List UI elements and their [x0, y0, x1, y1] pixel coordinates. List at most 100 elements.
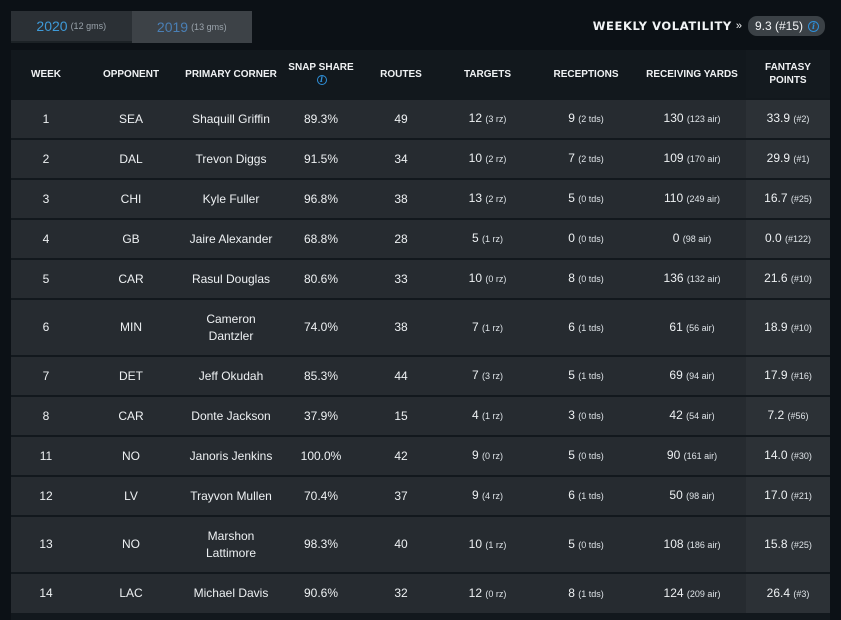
- targets-rz: (0 rz): [485, 274, 507, 284]
- cell-receiving-yards: 61 (56 air): [638, 298, 746, 356]
- cell-fantasy-points: 21.6 (#10): [746, 258, 830, 299]
- cell-primary-corner: Trayvon Mullen: [181, 475, 281, 516]
- receptions-value: 5: [568, 448, 575, 462]
- cell-snap-share: 91.5%: [281, 138, 361, 179]
- cell-targets: 4 (1 rz): [441, 395, 534, 436]
- opponent-value: SEA: [118, 111, 143, 126]
- cell-receptions: 6 (1 tds): [534, 298, 638, 356]
- snap-share-value: 80.6%: [303, 271, 339, 286]
- cell-receptions: 9 (2 tds): [534, 98, 638, 139]
- table-row: 13 NO Marshon Lattimore 98.3% 40 10 (1 rz…: [11, 515, 830, 573]
- cell-fantasy-points: 33.9 (#2): [746, 98, 830, 139]
- snap-share-value: 91.5%: [303, 151, 339, 166]
- cell-primary-corner: Michael Davis: [181, 572, 281, 613]
- cell-snap-share: 74.0%: [281, 298, 361, 356]
- cell-receiving-yards: 108 (186 air): [638, 515, 746, 573]
- receptions-tds: (1 tds): [578, 588, 604, 599]
- targets-value: 10: [468, 271, 482, 285]
- header-routes[interactable]: ROUTES: [361, 50, 441, 99]
- cell-routes: 34: [361, 138, 441, 179]
- info-icon[interactable]: i: [808, 20, 819, 32]
- header-primary-corner[interactable]: PRIMARY CORNER: [181, 50, 281, 99]
- cell-snap-share: 80.6%: [281, 258, 361, 299]
- cell-receiving-yards: 50 (98 air): [638, 475, 746, 516]
- weekly-stats-table-container: WEEK OPPONENT PRIMARY CORNER SNAP SHAREi…: [11, 50, 830, 620]
- cell-targets: 12 (3 rz): [441, 98, 534, 139]
- routes-value: 49: [394, 111, 408, 126]
- cell-fantasy-points: 7.2 (#56): [746, 395, 830, 436]
- cell-opponent: LV: [81, 475, 181, 516]
- receptions-value: 6: [568, 319, 575, 334]
- cell-primary-corner: Marshon Lattimore: [181, 515, 281, 573]
- routes-value: 38: [394, 320, 408, 334]
- corner-line1: Trayvon Mullen: [190, 488, 272, 503]
- receptions-tds: (0 tds): [578, 274, 604, 284]
- cell-receptions: 6 (1 tds): [534, 475, 638, 516]
- corner-line1: Kyle Fuller: [202, 191, 260, 206]
- targets-rz: (1 rz): [482, 322, 504, 333]
- cell-snap-share: 98.3%: [281, 515, 361, 573]
- corner-line1: Jaire Alexander: [189, 231, 273, 246]
- yards-air: (170 air): [686, 154, 721, 164]
- week-value: 3: [42, 191, 50, 206]
- yards-air: (209 air): [686, 588, 721, 599]
- cell-snap-share: 85.3%: [281, 355, 361, 396]
- cell-receptions: 5 (0 tds): [534, 435, 638, 476]
- targets-value: 12: [468, 111, 482, 125]
- cell-primary-corner: Jaire Alexander: [181, 218, 281, 259]
- table-row: 12 LV Trayvon Mullen 70.4% 37 9 (4 rz) 6…: [11, 475, 830, 516]
- header-snap-share[interactable]: SNAP SHAREi: [281, 50, 361, 99]
- cell-routes: 42: [361, 435, 441, 476]
- table-row: 5 CAR Rasul Douglas 80.6% 33 10 (0 rz) 8…: [11, 258, 830, 299]
- snap-share-value: 96.8%: [303, 191, 339, 206]
- cell-fantasy-points: 15.8 (#25): [746, 515, 830, 573]
- cell-receptions: 0 (0 tds): [534, 218, 638, 259]
- cell-opponent: DAL: [81, 138, 181, 179]
- cell-week: 7: [11, 355, 81, 396]
- targets-rz: (1 rz): [485, 539, 507, 550]
- opponent-value: LV: [124, 488, 138, 503]
- points-value: 0.0: [764, 231, 782, 245]
- receptions-value: 8: [568, 271, 575, 285]
- targets-rz: (2 rz): [485, 154, 507, 164]
- targets-rz: (4 rz): [482, 491, 504, 501]
- opponent-value: CHI: [120, 191, 142, 206]
- corner-line1: Jeff Okudah: [198, 368, 264, 383]
- opponent-value: CAR: [118, 271, 144, 286]
- receptions-value: 7: [568, 151, 575, 165]
- cell-targets: 9 (4 rz): [441, 475, 534, 516]
- info-icon[interactable]: i: [316, 74, 327, 85]
- points-rank: (#16): [790, 371, 812, 381]
- header-fantasy-points[interactable]: FANTASY POINTS: [746, 50, 830, 99]
- table-row: 11 NO Janoris Jenkins 100.0% 42 9 (0 rz)…: [11, 435, 830, 476]
- week-value: 14: [39, 586, 53, 600]
- header-opponent[interactable]: OPPONENT: [81, 50, 181, 99]
- snap-share-value: 70.4%: [303, 488, 339, 503]
- points-rank: (#1): [793, 154, 810, 164]
- season-games: (12 gms): [70, 21, 107, 31]
- tab-season-2019[interactable]: 2019 (13 gms): [131, 11, 252, 43]
- cell-primary-corner: Cameron Dantzler: [181, 298, 281, 356]
- header-receiving-yards[interactable]: RECEIVING YARDS: [638, 50, 746, 99]
- table-row: 1 SEA Shaquill Griffin 89.3% 49 12 (3 rz…: [11, 98, 830, 139]
- routes-value: 42: [394, 448, 408, 463]
- snap-share-value: 37.9%: [303, 408, 339, 423]
- cell-receptions: 8 (0 tds): [534, 258, 638, 299]
- tab-season-2020[interactable]: 2020 (12 gms): [11, 11, 132, 43]
- table-row: 2 DAL Trevon Diggs 91.5% 34 10 (2 rz) 7 …: [11, 138, 830, 179]
- targets-value: 13: [468, 191, 482, 205]
- table-row: 8 CAR Donte Jackson 37.9% 15 4 (1 rz) 3 …: [11, 395, 830, 436]
- yards-value: 69: [669, 368, 683, 382]
- weekly-volatility: Weekly Volatility » 9.3 (#15) i: [593, 16, 825, 36]
- week-value: 1: [42, 111, 50, 126]
- header-week[interactable]: WEEK: [11, 50, 81, 99]
- points-rank: (#30): [790, 451, 812, 461]
- receptions-value: 5: [568, 536, 575, 551]
- corner-line2: Lattimore: [205, 545, 257, 560]
- week-value: 2: [42, 151, 50, 166]
- snap-share-value: 85.3%: [303, 368, 339, 383]
- cell-opponent: CAR: [81, 395, 181, 436]
- cell-snap-share: 96.8%: [281, 178, 361, 219]
- header-receptions[interactable]: RECEPTIONS: [534, 50, 638, 99]
- header-targets[interactable]: TARGETS: [441, 50, 534, 99]
